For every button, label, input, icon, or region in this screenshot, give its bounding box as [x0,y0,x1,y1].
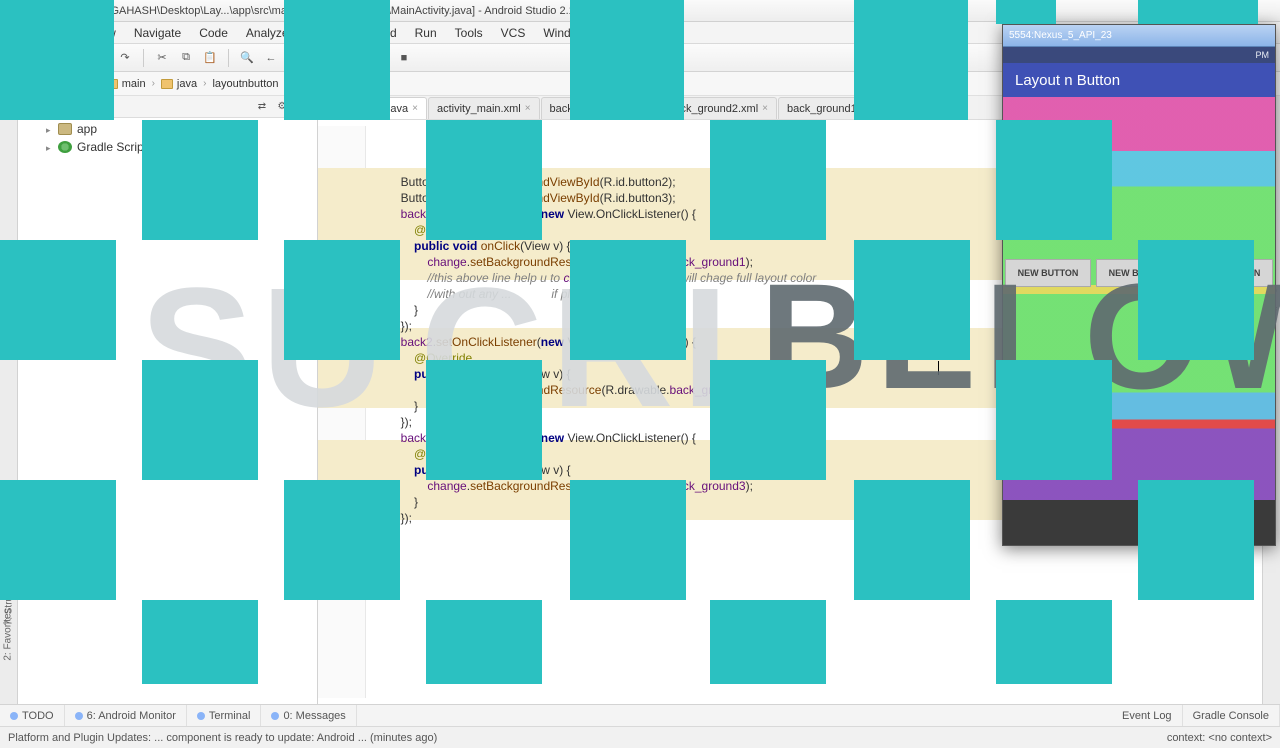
menu-view[interactable]: View [82,24,124,42]
close-icon[interactable]: × [881,103,887,114]
tool-window-button[interactable]: 6: Android Monitor [65,705,187,726]
menu-navigate[interactable]: Navigate [126,24,189,42]
find-icon[interactable]: 🔍 [237,48,257,68]
stop-icon[interactable]: ■ [394,48,414,68]
tool-window-button[interactable]: Gradle Console [1183,705,1280,726]
run-icon[interactable]: ▶ [322,48,342,68]
title-bar: Lay... - [C:\Users\OMGAHASH\Desktop\Lay.… [0,0,1280,22]
separator [143,49,144,67]
status-context: context: <no context> [1167,732,1272,744]
project-panel: Project Files ⇄ ⚙ — ▸app▸Gradle Scripts [18,96,318,704]
editor-tab[interactable]: back_ground1.xml× [778,97,896,119]
emulator-button[interactable]: NEW BUTTON [1005,259,1091,287]
menu-help[interactable]: Help [596,24,637,42]
tool-window-button[interactable]: Event Log [1112,705,1183,726]
menu-refactor[interactable]: Refactor [299,24,360,42]
menu-build[interactable]: Build [362,24,405,42]
sync-icon[interactable]: 🔄 [54,48,74,68]
tool-window-button[interactable]: TODO [0,705,65,726]
save-icon[interactable]: 💾 [30,48,50,68]
fwd-icon[interactable]: → [285,48,305,68]
separator [82,49,83,67]
status-bar: Platform and Plugin Updates: ... compone… [0,726,1280,748]
tool-window-button[interactable]: Terminal [187,705,262,726]
breadcrumb-item[interactable]: main [100,78,152,90]
bottom-panel: TODO6: Android MonitorTerminal0: Message… [0,704,1280,726]
left-dock: 1: Project 7: Structure 2: Favorites [0,96,18,704]
status-message: Platform and Plugin Updates: ... compone… [8,732,437,744]
menu-code[interactable]: Code [191,24,236,42]
menu-analyze[interactable]: Analyze [238,24,297,42]
separator [313,49,314,67]
menu-vcs[interactable]: VCS [493,24,534,42]
editor-tab[interactable]: MainActivity.java× [318,97,427,119]
menu-edit[interactable]: Edit [43,24,80,42]
paste-icon[interactable]: 📋 [200,48,220,68]
project-panel-title: Project Files [26,101,87,113]
tree-node[interactable]: ▸Gradle Scripts [22,138,313,156]
breadcrumb-item[interactable]: MainActivity [288,78,359,90]
close-icon[interactable]: × [762,103,768,114]
project-panel-header: Project Files ⇄ ⚙ — [18,96,317,118]
undo-icon[interactable]: ↶ [91,48,111,68]
back-icon[interactable]: ← [261,48,281,68]
menu-file[interactable]: File [6,24,41,42]
menu-tools[interactable]: Tools [447,24,491,42]
project-tree[interactable]: ▸app▸Gradle Scripts [18,118,317,704]
tree-node[interactable]: ▸app [22,120,313,138]
editor-tab[interactable]: activity_main.xml× [428,97,540,119]
collapse-icon[interactable]: ⇄ [255,100,269,114]
close-icon[interactable]: × [643,103,649,114]
debug-icon[interactable]: 🐞 [346,48,366,68]
editor-tab[interactable]: back_ground3.xml× [541,97,659,119]
status-right: PM [1256,50,1270,60]
attach-icon[interactable]: ⬇ [370,48,390,68]
close-icon[interactable]: × [412,103,418,114]
breadcrumb-item[interactable]: src [54,78,97,90]
breadcrumb-item[interactable]: app [4,78,50,90]
app-title: Layout n Button [1015,72,1120,89]
emulator-window[interactable]: 5554:Nexus_5_API_23 PM Layout n Button N… [1002,24,1276,546]
emulator-status-bar: PM [1003,47,1275,63]
hide-icon[interactable]: — [295,100,309,114]
dock-favorites[interactable]: 2: Favorites [3,608,14,660]
title-path: Lay... - [C:\Users\OMGAHASH\Desktop\Lay.… [8,5,584,17]
emulator-button[interactable]: NEW BUTTON [1096,259,1182,287]
settings-icon[interactable]: ⚙ [275,100,289,114]
editor-tab[interactable]: back_ground2.xml× [659,97,777,119]
tool-window-button[interactable]: 0: Messages [261,705,356,726]
cut-icon[interactable]: ✂ [152,48,172,68]
menu-run[interactable]: Run [407,24,445,42]
breadcrumb-item[interactable]: layoutnbutton [206,78,284,90]
emulator-button[interactable]: NEW BUTTON [1187,259,1273,287]
emulator-background [1003,97,1275,545]
open-icon[interactable]: 📂 [6,48,26,68]
redo-icon[interactable]: ↷ [115,48,135,68]
separator [228,49,229,67]
emulator-title: 5554:Nexus_5_API_23 [1003,25,1275,47]
breadcrumb-item[interactable]: java [155,78,203,90]
menu-window[interactable]: Window [535,24,594,42]
copy-icon[interactable]: ⧉ [176,48,196,68]
emulator-app-bar: Layout n Button [1003,63,1275,97]
close-icon[interactable]: × [525,103,531,114]
emulator-screen[interactable]: NEW BUTTONNEW BUTTONNEW BUTTON [1003,97,1275,545]
